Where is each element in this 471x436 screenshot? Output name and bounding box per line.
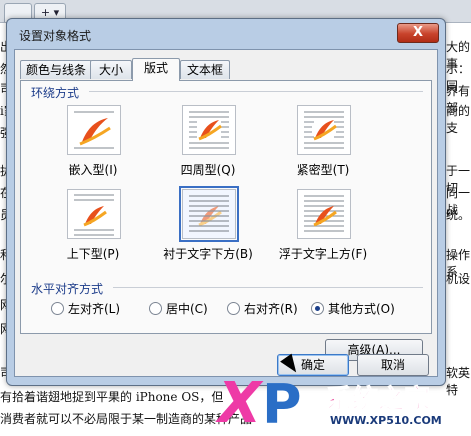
divider: [113, 287, 423, 288]
tab-size[interactable]: 大小: [90, 60, 132, 79]
bg-text: 统。: [446, 208, 471, 222]
align-left-radio[interactable]: 左对齐(L): [51, 300, 120, 317]
inline-wrap-icon[interactable]: [67, 105, 121, 155]
watermark-url: WWW.XP510.COM: [330, 414, 442, 427]
align-other-radio[interactable]: 其他方式(O): [311, 300, 395, 317]
dialog-titlebar[interactable]: 设置对象格式 X: [7, 19, 445, 47]
wrap-group-title: 环绕方式: [31, 86, 80, 100]
watermark-name: 系统之家: [325, 385, 431, 416]
bg-text: 机设: [446, 272, 471, 286]
wrap-label: 上下型(P): [66, 247, 120, 261]
bg-text-line: 消费者就可以不必局限于某一制造商的某种产品: [0, 412, 253, 426]
watermark-x: X: [218, 371, 262, 436]
tab-layout[interactable]: 版式: [132, 58, 180, 81]
wrap-label: 衬于文字下方(B): [163, 247, 253, 261]
radio-icon: [149, 302, 162, 315]
cancel-button[interactable]: 取消: [357, 354, 429, 376]
close-button[interactable]: X: [397, 23, 439, 43]
watermark-logo: X P 系统之家 WWW.XP510.COM: [218, 376, 471, 434]
align-group-title: 水平对齐方式: [31, 282, 104, 296]
close-icon: X: [412, 25, 424, 40]
wrap-label: 紧密型(T): [296, 163, 350, 177]
radio-icon: [51, 302, 64, 315]
align-right-radio[interactable]: 右对齐(R): [227, 300, 298, 317]
dialog-title: 设置对象格式: [19, 29, 92, 43]
watermark-p: P: [262, 373, 302, 436]
format-object-dialog: 设置对象格式 X 颜色与线条 大小 版式 文本框 环绕方式 嵌入型(I) 四周型…: [6, 18, 446, 386]
bg-text: 商的支: [446, 104, 471, 135]
bg-text-line: 有拾着谐翅地捉到平果的 iPhone OS，但: [0, 390, 224, 404]
dialog-client-area: 颜色与线条 大小 版式 文本框 环绕方式 嵌入型(I) 四周型(Q) 紧密型(T…: [14, 49, 438, 377]
layout-panel: 环绕方式 嵌入型(I) 四周型(Q) 紧密型(T) 上下型(P) 衬于文字下方(…: [20, 80, 432, 361]
behind-text-wrap-icon[interactable]: [179, 186, 239, 242]
wrap-label: 浮于文字上方(F): [278, 247, 368, 261]
square-wrap-icon[interactable]: [182, 105, 236, 155]
radio-selected-icon: [311, 302, 324, 315]
tab-colors-lines[interactable]: 颜色与线条: [20, 60, 92, 79]
wrap-label: 四周型(Q): [180, 163, 236, 177]
radio-icon: [227, 302, 240, 315]
wrap-label: 嵌入型(I): [68, 163, 118, 177]
tight-wrap-icon[interactable]: [297, 105, 351, 155]
tab-textbox[interactable]: 文本框: [180, 60, 230, 79]
align-center-radio[interactable]: 居中(C): [149, 300, 208, 317]
divider: [89, 91, 423, 92]
top-bottom-wrap-icon[interactable]: [67, 189, 121, 239]
in-front-text-wrap-icon[interactable]: [297, 189, 351, 239]
